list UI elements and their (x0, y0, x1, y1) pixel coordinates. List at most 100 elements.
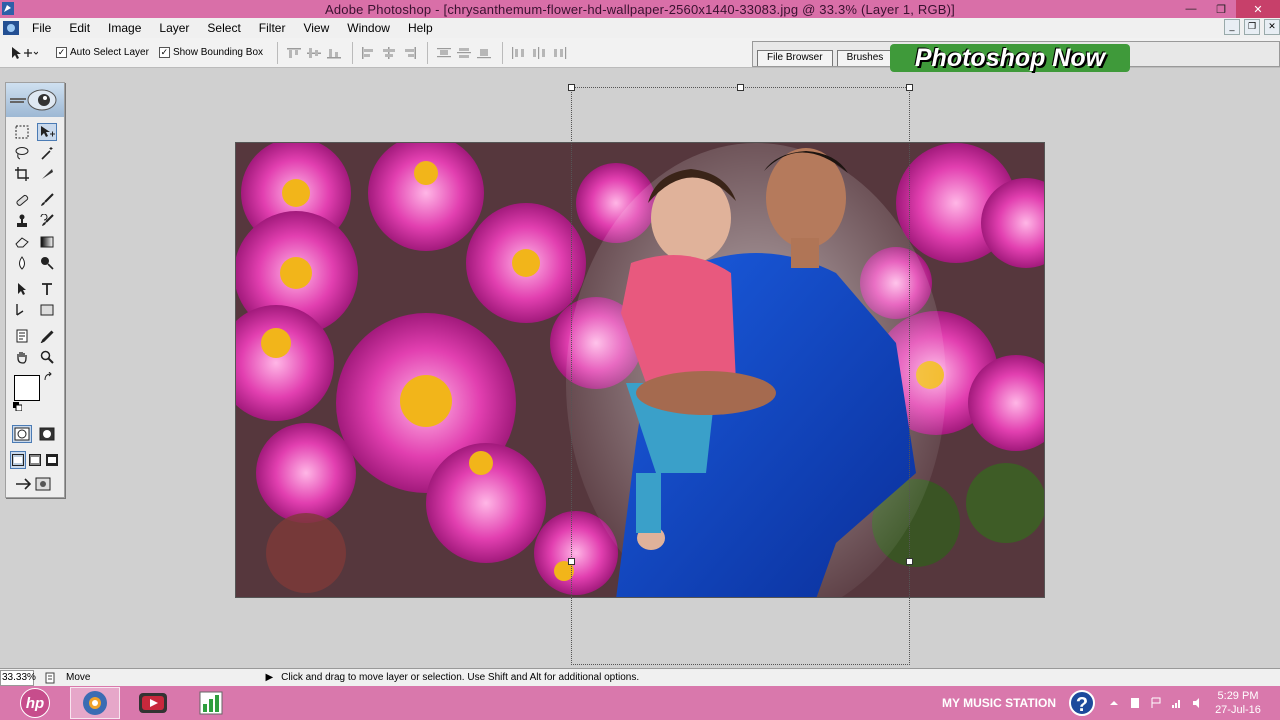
bbox-handle-top-left[interactable] (568, 84, 575, 91)
hand-icon (17, 352, 27, 364)
type-tool[interactable] (37, 280, 57, 298)
status-arrow-icon[interactable]: ▶ (265, 672, 273, 683)
gradient-icon (40, 236, 54, 248)
screen-mode-standard[interactable] (10, 451, 26, 469)
toolbox-header[interactable] (6, 83, 64, 117)
bbox-handle-middle-left[interactable] (568, 558, 575, 565)
menu-layer[interactable]: Layer (150, 18, 198, 38)
healing-brush-tool[interactable] (12, 191, 32, 209)
screen-mode-full[interactable] (44, 451, 60, 469)
current-tool-label: Move (66, 672, 91, 683)
notes-tool[interactable] (12, 327, 32, 345)
dodge-tool[interactable] (37, 254, 57, 272)
taskbar-photoshop[interactable] (70, 687, 120, 719)
tab-file-browser[interactable]: File Browser (757, 50, 833, 66)
minimize-icon: _ (1229, 21, 1235, 31)
menu-filter[interactable]: Filter (250, 18, 295, 38)
pen-tool[interactable] (12, 301, 32, 319)
slice-icon (42, 169, 53, 179)
path-selection-tool[interactable] (12, 280, 32, 298)
foreground-color-swatch[interactable] (14, 375, 40, 401)
help-icon[interactable]: ? (1069, 690, 1095, 716)
tray-flag-icon[interactable] (1150, 697, 1162, 709)
distribute-left-icon[interactable] (511, 46, 527, 59)
menu-help[interactable]: Help (399, 18, 442, 38)
photoshop-menu-icon[interactable] (3, 21, 19, 35)
magic-wand-tool[interactable] (37, 144, 57, 162)
move-tool[interactable] (37, 123, 57, 141)
media-player-icon (139, 693, 167, 713)
zoom-tool[interactable] (37, 348, 57, 366)
layer-bounding-box[interactable] (568, 84, 913, 665)
tool-preset-picker[interactable] (8, 42, 42, 64)
tray-expand-icon[interactable] (1108, 697, 1120, 709)
show-bounding-box-checkbox[interactable]: ✓ Show Bounding Box (158, 47, 263, 58)
distribute-vertical-buttons (427, 41, 496, 64)
doc-close-button[interactable]: ✕ (1264, 19, 1280, 35)
standard-mode-button[interactable] (12, 425, 32, 443)
default-colors-button[interactable] (12, 401, 22, 411)
restore-icon: ❐ (1216, 3, 1226, 16)
doc-minimize-button[interactable]: _ (1224, 19, 1240, 35)
clone-stamp-tool[interactable] (12, 212, 32, 230)
blur-tool[interactable] (12, 254, 32, 272)
tray-volume-icon[interactable] (1192, 697, 1204, 709)
jump-to-imageready-button[interactable] (12, 475, 56, 493)
bbox-handle-top-center[interactable] (737, 84, 744, 91)
standard-mode-icon (14, 427, 30, 441)
brush-tool[interactable] (37, 191, 57, 209)
marquee-tool[interactable] (12, 123, 32, 141)
restore-button[interactable]: ❐ (1206, 0, 1236, 18)
distribute-top-icon[interactable] (436, 47, 452, 59)
history-brush-icon (40, 214, 54, 226)
quick-mask-button[interactable] (37, 425, 57, 443)
align-right-icon[interactable] (401, 46, 417, 59)
taskbar-media-player[interactable] (128, 687, 178, 719)
screen-mode-full-menu[interactable] (27, 451, 43, 469)
distribute-vcenter-icon[interactable] (456, 47, 472, 59)
tray-network-icon[interactable] (1171, 697, 1183, 709)
auto-select-layer-checkbox[interactable]: ✓ Auto Select Layer (56, 47, 149, 58)
tool-status-icon (45, 672, 55, 683)
menu-window[interactable]: Window (338, 18, 399, 38)
menu-file[interactable]: File (23, 18, 60, 38)
doc-restore-button[interactable]: ❐ (1244, 19, 1260, 35)
distribute-hcenter-icon[interactable] (531, 46, 547, 59)
crop-tool[interactable] (12, 165, 32, 183)
close-button[interactable]: ✕ (1236, 0, 1280, 18)
window-title: Adobe Photoshop - [chrysanthemum-flower-… (324, 1, 955, 17)
align-top-icon[interactable] (286, 47, 302, 59)
shape-tool[interactable] (37, 301, 57, 319)
zoom-level-field[interactable]: 33.33% (0, 669, 36, 686)
taskbar-clock[interactable]: 5:29 PM 27-Jul-16 (1208, 689, 1268, 717)
bbox-handle-top-right[interactable] (906, 84, 913, 91)
lasso-tool[interactable] (12, 144, 32, 162)
taskbar-spreadsheet[interactable] (186, 687, 236, 719)
align-bottom-icon[interactable] (326, 47, 342, 59)
bbox-handle-middle-right[interactable] (906, 558, 913, 565)
menu-image[interactable]: Image (99, 18, 150, 38)
tray-device-icon[interactable] (1129, 697, 1141, 709)
eraser-tool[interactable] (12, 233, 32, 251)
distribute-right-icon[interactable] (551, 46, 567, 59)
menu-edit[interactable]: Edit (60, 18, 99, 38)
start-button[interactable]: hp (0, 686, 70, 720)
brush-icon (41, 193, 54, 206)
align-left-icon[interactable] (361, 46, 377, 59)
minimize-button[interactable]: — (1176, 0, 1206, 18)
menu-view[interactable]: View (294, 18, 338, 38)
clock-time: 5:29 PM (1217, 690, 1259, 702)
align-hcenter-icon[interactable] (381, 46, 397, 59)
slice-tool[interactable] (37, 165, 57, 183)
eyedropper-tool[interactable] (37, 327, 57, 345)
tab-brushes[interactable]: Brushes (836, 50, 894, 66)
swap-colors-button[interactable] (42, 371, 54, 383)
history-brush-tool[interactable] (37, 212, 57, 230)
align-vcenter-icon[interactable] (306, 47, 322, 59)
notes-icon (16, 329, 28, 343)
gradient-tool[interactable] (37, 233, 57, 251)
distribute-bottom-icon[interactable] (476, 47, 492, 59)
menu-select[interactable]: Select (198, 18, 249, 38)
crop-icon (15, 167, 29, 181)
hand-tool[interactable] (12, 348, 32, 366)
